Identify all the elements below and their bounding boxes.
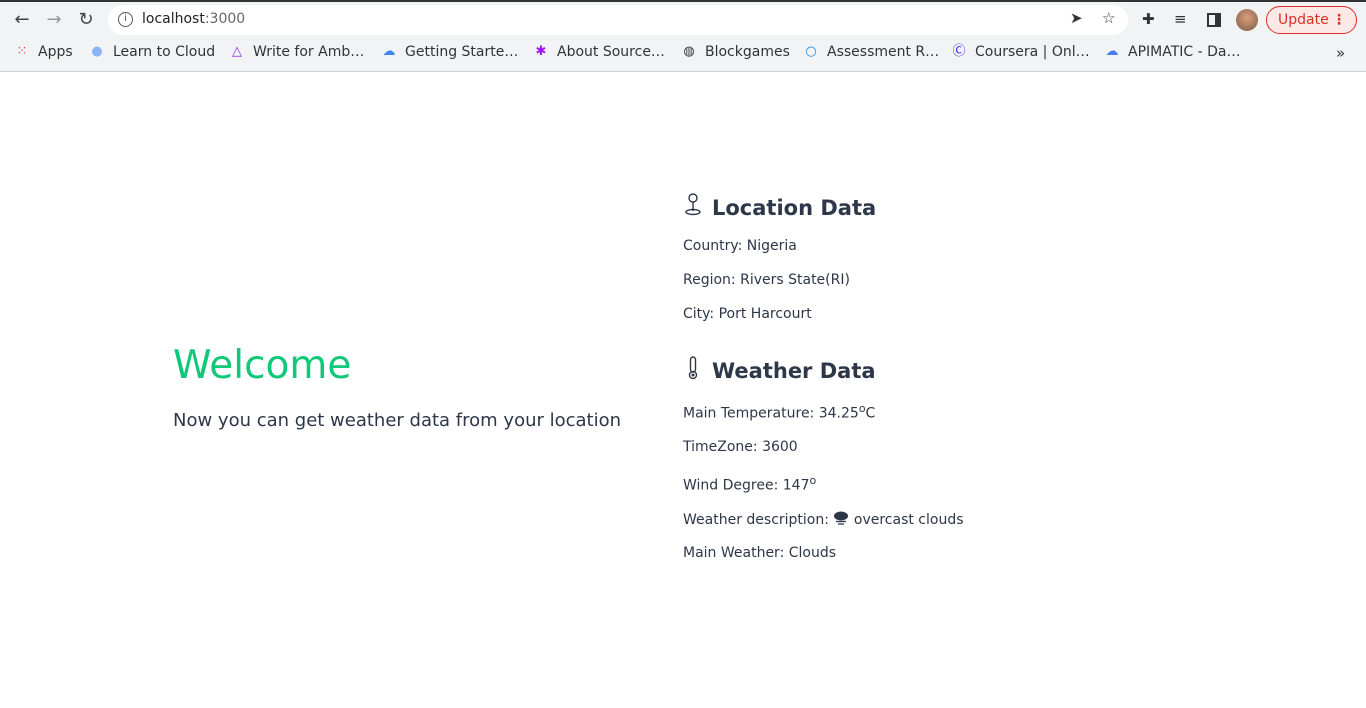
menu-icon[interactable]: ⋮ [1332,7,1346,33]
update-button[interactable]: Update ⋮ [1266,6,1357,34]
url-port: :3000 [204,11,246,27]
sourcegraph-icon: ✱ [535,44,547,59]
temperature-unit: C [865,405,876,422]
degree-symbol: o [858,402,866,415]
avatar[interactable] [1236,9,1258,31]
bookmark-label: APIMATIC - Da… [1128,44,1241,60]
bookmark-apimatic[interactable]: ☁ APIMATIC - Da… [1104,44,1241,60]
side-panel-icon[interactable] [1207,13,1221,27]
url-host: localhost [142,11,205,27]
degree-symbol: o [809,474,817,487]
bookmark-label: About Source… [557,44,665,60]
apps-grid-icon: ⁙ [16,44,28,59]
city: City: Port Harcourt [683,306,812,322]
media-icon[interactable]: ≡ [1174,10,1187,28]
bookmark-apps[interactable]: ⁙ Apps [14,44,73,60]
globe-icon: ◍ [683,44,695,59]
google-cloud-icon: ☁ [382,44,396,59]
bookmark-coursera[interactable]: Ⓒ Coursera | Onl… [951,44,1090,60]
weather-heading: Weather Data [684,356,876,385]
weather-heading-text: Weather Data [712,358,876,383]
region: Region: Rivers State(RI) [683,272,850,288]
map-pin-icon [684,193,704,222]
bookmark-label: Write for Amb… [253,44,365,60]
overcast-cloud-icon [833,511,849,528]
bookmark-label: Blockgames [705,44,790,60]
send-icon[interactable]: ➤ [1070,9,1083,27]
bookmark-blockgames[interactable]: ◍ Blockgames [681,44,790,60]
browser-chrome: ← → ↻ i localhost:3000 ➤ ☆ ✚ ≡ Update ⋮ ⁙… [0,0,1366,72]
bookmark-label: Learn to Cloud [113,44,216,60]
location-heading-text: Location Data [712,195,877,220]
temperature-value: Main Temperature: 34.25 [683,405,859,422]
bookmark-about-source[interactable]: ✱ About Source… [533,44,665,60]
timezone: TimeZone: 3600 [683,439,798,455]
more-bookmarks-icon[interactable]: » [1336,44,1345,62]
address-bar[interactable]: i localhost:3000 ➤ ☆ [108,5,1128,35]
coursera-icon: Ⓒ [952,44,966,59]
apimatic-cloud-icon: ☁ [1105,44,1119,59]
bookmark-assessment[interactable]: ○ Assessment R… [803,44,939,60]
page-title: Welcome [173,343,352,388]
forward-button[interactable]: → [42,8,66,32]
star-icon[interactable]: ☆ [1102,9,1115,27]
bookmark-getting-started[interactable]: ☁ Getting Starte… [381,44,519,60]
info-icon[interactable]: i [118,12,133,27]
main-temperature: Main Temperature: 34.25oC [683,402,875,422]
reload-button[interactable]: ↻ [74,8,98,32]
url-text[interactable]: localhost:3000 [142,11,245,27]
wind-value: Wind Degree: 147 [683,477,810,494]
window-edge [0,0,1366,2]
bookmark-write-for-amb[interactable]: △ Write for Amb… [229,44,364,60]
bookmark-label: Assessment R… [827,44,940,60]
bookmark-label: Apps [38,44,73,60]
bookmark-label: Coursera | Onl… [975,44,1090,60]
description-value: overcast clouds [853,512,964,528]
page-subtitle: Now you can get weather data from your l… [173,410,622,431]
main-weather: Main Weather: Clouds [683,545,837,561]
ambassador-logo-icon: △ [232,44,242,59]
cloud-icon: ● [91,44,103,59]
update-label: Update [1278,12,1329,28]
location-heading: Location Data [684,193,876,222]
description-label: Weather description: [683,512,829,528]
extensions-icon[interactable]: ✚ [1142,10,1155,28]
bookmark-label: Getting Starte… [405,44,519,60]
thermometer-icon [684,356,704,385]
wind-degree: Wind Degree: 147o [683,474,816,494]
bookmark-learn-to-cloud[interactable]: ● Learn to Cloud [89,44,215,60]
weather-description: Weather description: overcast clouds [683,511,964,528]
ring-icon: ○ [805,44,817,59]
country: Country: Nigeria [683,238,797,254]
back-button[interactable]: ← [10,8,34,32]
